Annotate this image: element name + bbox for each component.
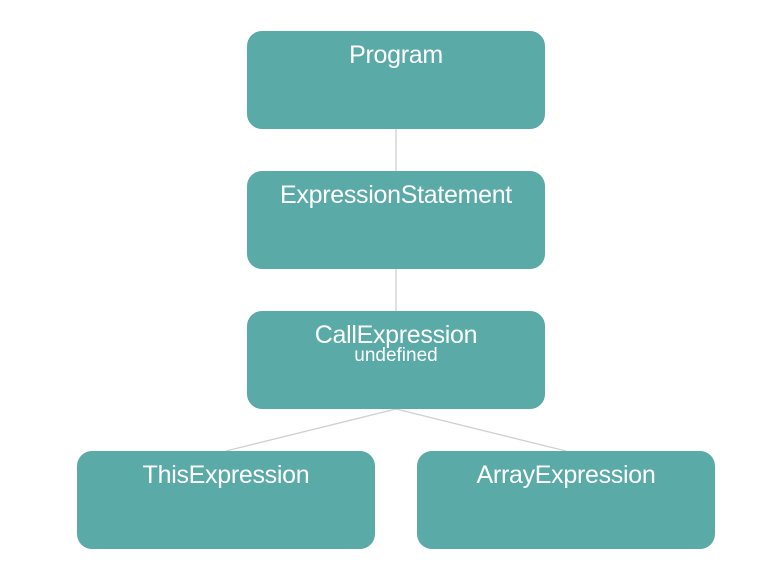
node-array-expression[interactable]: ArrayExpression [417,451,715,549]
node-program-label: Program [349,41,443,69]
node-call-expression-sublabel: undefined [354,345,438,366]
ast-diagram: Program ExpressionStatement CallExpressi… [0,0,784,586]
node-array-expression-label: ArrayExpression [476,461,656,489]
node-expression-statement-label: ExpressionStatement [280,181,512,209]
node-program[interactable]: Program [247,31,545,129]
node-call-expression[interactable]: CallExpression undefined [247,311,545,409]
edge-callexpression-to-arrayexpression [395,408,567,452]
edge-callexpression-to-thisexpression [225,408,397,452]
node-this-expression[interactable]: ThisExpression [77,451,375,549]
node-expression-statement[interactable]: ExpressionStatement [247,171,545,269]
node-this-expression-label: ThisExpression [142,461,310,489]
node-call-expression-label: CallExpression [314,321,478,349]
